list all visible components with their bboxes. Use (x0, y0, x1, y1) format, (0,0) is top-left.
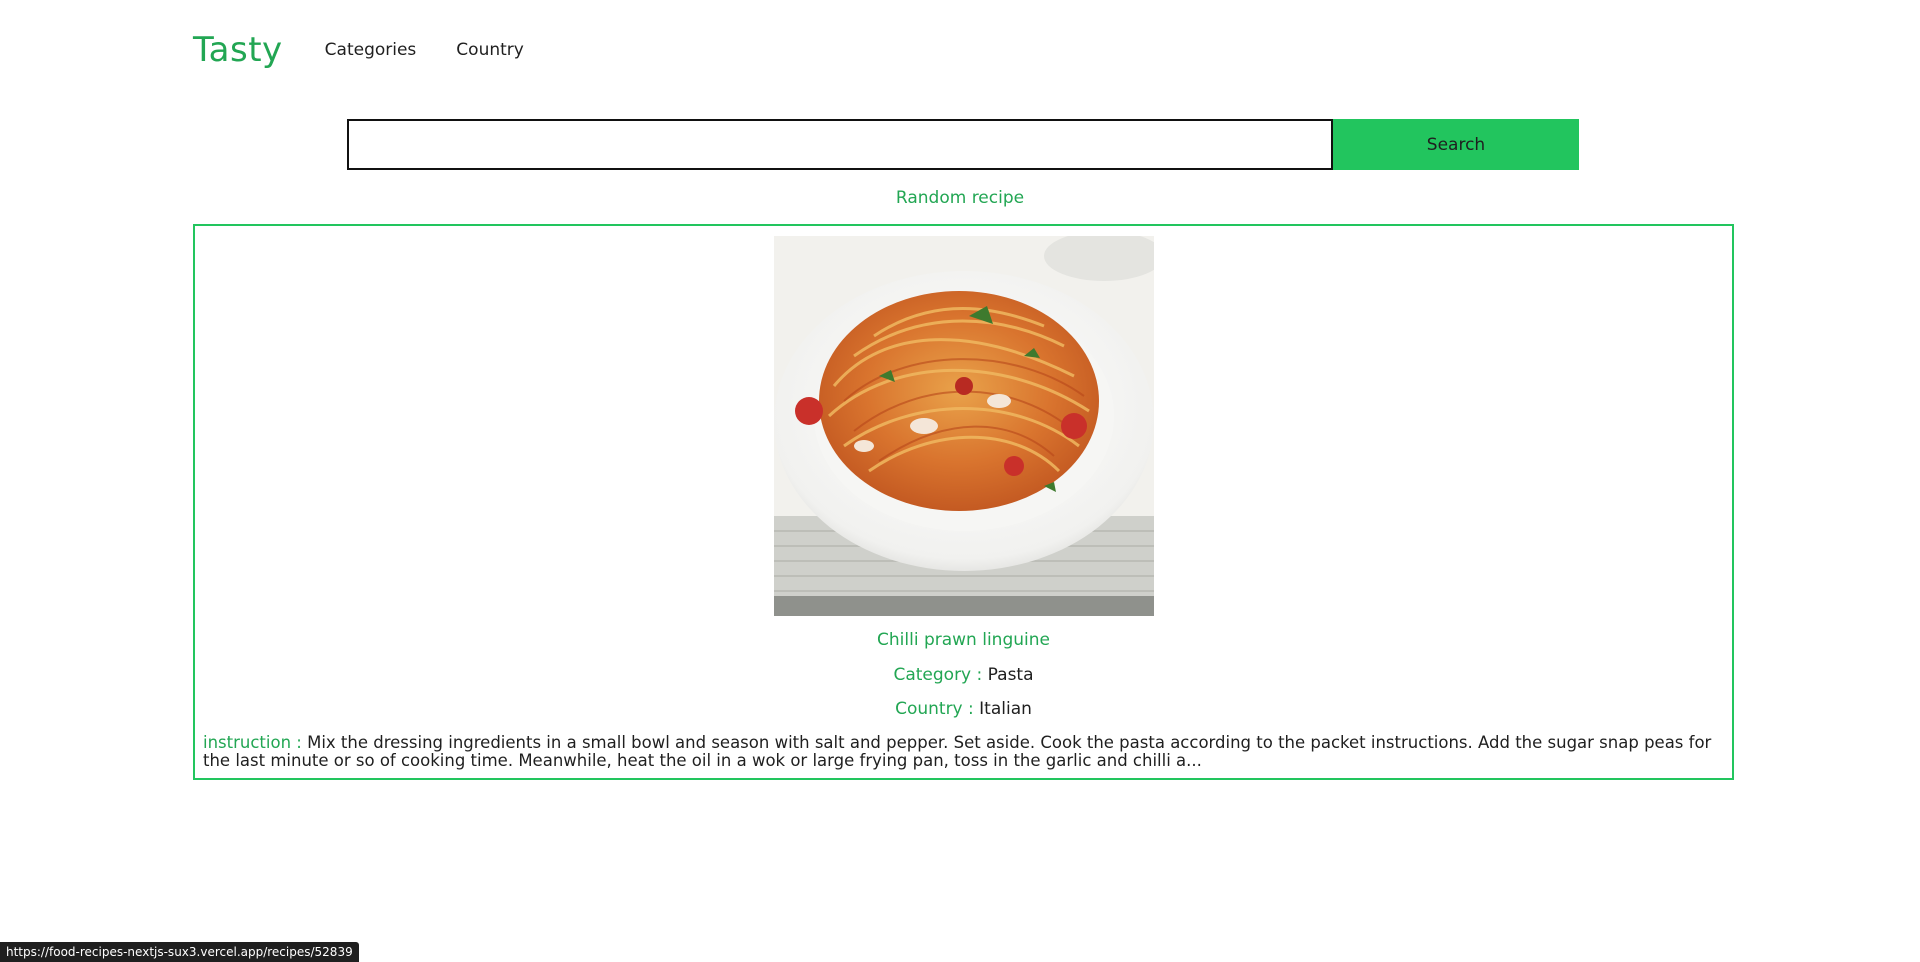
country-value: Italian (979, 699, 1032, 719)
search-input[interactable] (347, 119, 1333, 170)
brand-logo-link[interactable]: Tasty (193, 30, 283, 70)
recipe-category-row: Category : Pasta (195, 665, 1732, 685)
country-label: Country : (895, 699, 974, 719)
recipe-card[interactable]: Chilli prawn linguine Category : Pasta C… (193, 224, 1734, 780)
instruction-text: Mix the dressing ingredients in a small … (203, 733, 1712, 770)
nav-link-categories[interactable]: Categories (325, 40, 417, 60)
instruction-label: instruction : (203, 733, 302, 752)
random-recipe-link[interactable]: Random recipe (0, 188, 1920, 208)
recipe-instruction: instruction : Mix the dressing ingredien… (203, 734, 1725, 770)
status-bar-url: https://food-recipes-nextjs-sux3.vercel.… (0, 942, 359, 962)
search-bar: Search (347, 119, 1579, 170)
nav-link-country[interactable]: Country (456, 40, 524, 60)
category-value: Pasta (987, 665, 1034, 685)
category-label: Category : (893, 665, 983, 685)
search-button[interactable]: Search (1333, 119, 1579, 170)
recipe-country-row: Country : Italian (195, 699, 1732, 719)
recipe-image[interactable] (774, 236, 1154, 616)
top-nav: Tasty Categories Country (193, 28, 564, 72)
recipe-title-link[interactable]: Chilli prawn linguine (195, 630, 1732, 650)
page: Tasty Categories Country Search Random r… (0, 0, 1920, 962)
